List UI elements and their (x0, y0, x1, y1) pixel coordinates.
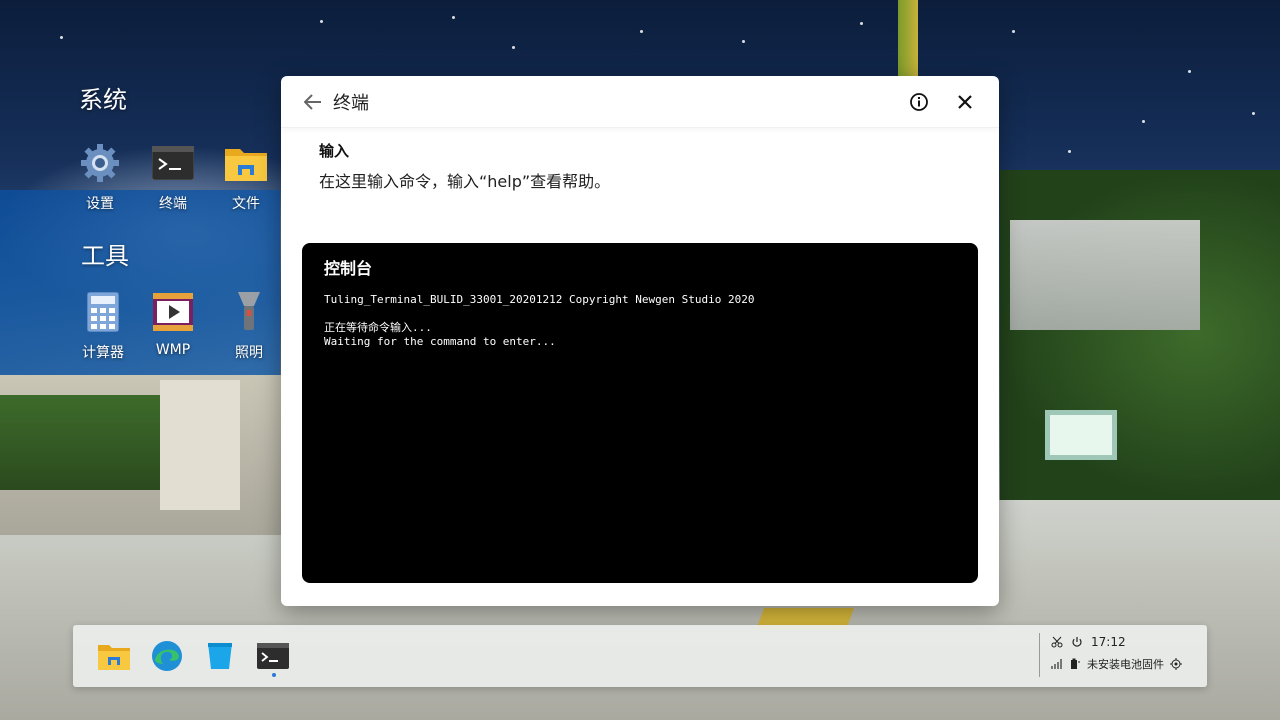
flashlight-icon (227, 290, 271, 334)
desktop-app-label: 照明 (235, 345, 263, 361)
terminal-icon (257, 643, 289, 669)
tray-divider (1039, 633, 1040, 677)
desktop-app-wmp[interactable]: WMP (143, 290, 203, 358)
window-title: 终端 (333, 92, 369, 114)
star (742, 40, 745, 43)
arrow-left-icon (304, 93, 321, 110)
taskbar: 17:12 未安装电池固件 (73, 625, 1207, 687)
folder-icon (98, 645, 130, 670)
window-header: 终端 (281, 76, 999, 128)
battery-status-text: 未安装电池固件 (1087, 658, 1164, 671)
group-title-tools: 工具 (81, 242, 129, 270)
gear-icon (78, 141, 122, 185)
taskbar-terminal-button[interactable] (256, 639, 290, 673)
back-button[interactable] (303, 92, 323, 112)
wallpaper-grass (0, 395, 160, 490)
wallpaper-stone (1010, 220, 1200, 330)
console-line: Waiting for the command to enter... (324, 335, 556, 348)
star (860, 22, 863, 25)
info-button[interactable] (905, 88, 933, 116)
taskbar-store-button[interactable] (203, 639, 237, 673)
taskbar-files-button[interactable] (97, 639, 131, 673)
star (1068, 150, 1071, 153)
input-section-label: 输入 (319, 142, 350, 160)
tray-top-row: 17:12 (1051, 635, 1126, 649)
wallpaper-lantern (1045, 410, 1117, 460)
desktop-app-label: 终端 (159, 196, 187, 212)
wallpaper-pillar (160, 380, 240, 510)
terminal-window: 终端 输入 在这里输入命令，输入“help”查看帮助。 控制台 Tuling_T… (281, 76, 999, 606)
media-player-icon (151, 290, 195, 334)
desktop-app-settings[interactable]: 设置 (70, 141, 130, 213)
taskbar-edge-button[interactable] (150, 639, 184, 673)
desktop-app-label: 设置 (86, 196, 114, 212)
star (60, 36, 63, 39)
power-icon[interactable] (1071, 636, 1083, 648)
input-hint: 在这里输入命令，输入“help”查看帮助。 (319, 172, 611, 191)
star (320, 20, 323, 23)
desktop-app-label: WMP (155, 342, 191, 358)
terminal-icon (151, 141, 195, 185)
console-line: 正在等待命令输入... (324, 321, 432, 334)
group-title-system: 系统 (79, 86, 127, 114)
desktop-app-calculator[interactable]: 计算器 (73, 290, 133, 362)
scissors-icon[interactable] (1051, 636, 1063, 648)
folder-icon (224, 141, 268, 185)
desktop-app-files[interactable]: 文件 (216, 141, 276, 213)
star (1188, 70, 1191, 73)
star (512, 46, 515, 49)
signal-icon (1051, 659, 1062, 669)
active-app-indicator (272, 673, 276, 677)
clock-time[interactable]: 17:12 (1091, 635, 1126, 649)
store-icon (208, 643, 232, 669)
star (1252, 112, 1255, 115)
tray-bottom-row: 未安装电池固件 (1051, 656, 1182, 672)
wallpaper-pole (898, 0, 918, 76)
desktop-app-terminal[interactable]: 终端 (143, 141, 203, 213)
console-panel[interactable]: 控制台 Tuling_Terminal_BULID_33001_20201212… (302, 243, 978, 583)
desktop-app-flashlight[interactable]: 照明 (219, 290, 279, 362)
star (452, 16, 455, 19)
edge-icon (152, 641, 182, 671)
desktop-app-label: 文件 (232, 196, 260, 212)
location-icon[interactable] (1170, 658, 1182, 670)
console-line: Tuling_Terminal_BULID_33001_20201212 Cop… (324, 293, 755, 306)
star (640, 30, 643, 33)
close-icon (958, 94, 972, 109)
star (1012, 30, 1015, 33)
battery-icon (1071, 658, 1080, 669)
desktop-app-label: 计算器 (82, 345, 124, 361)
console-title: 控制台 (324, 259, 373, 278)
calculator-icon (81, 290, 125, 334)
star (1142, 120, 1145, 123)
info-icon (910, 92, 928, 111)
close-button[interactable] (951, 88, 979, 116)
